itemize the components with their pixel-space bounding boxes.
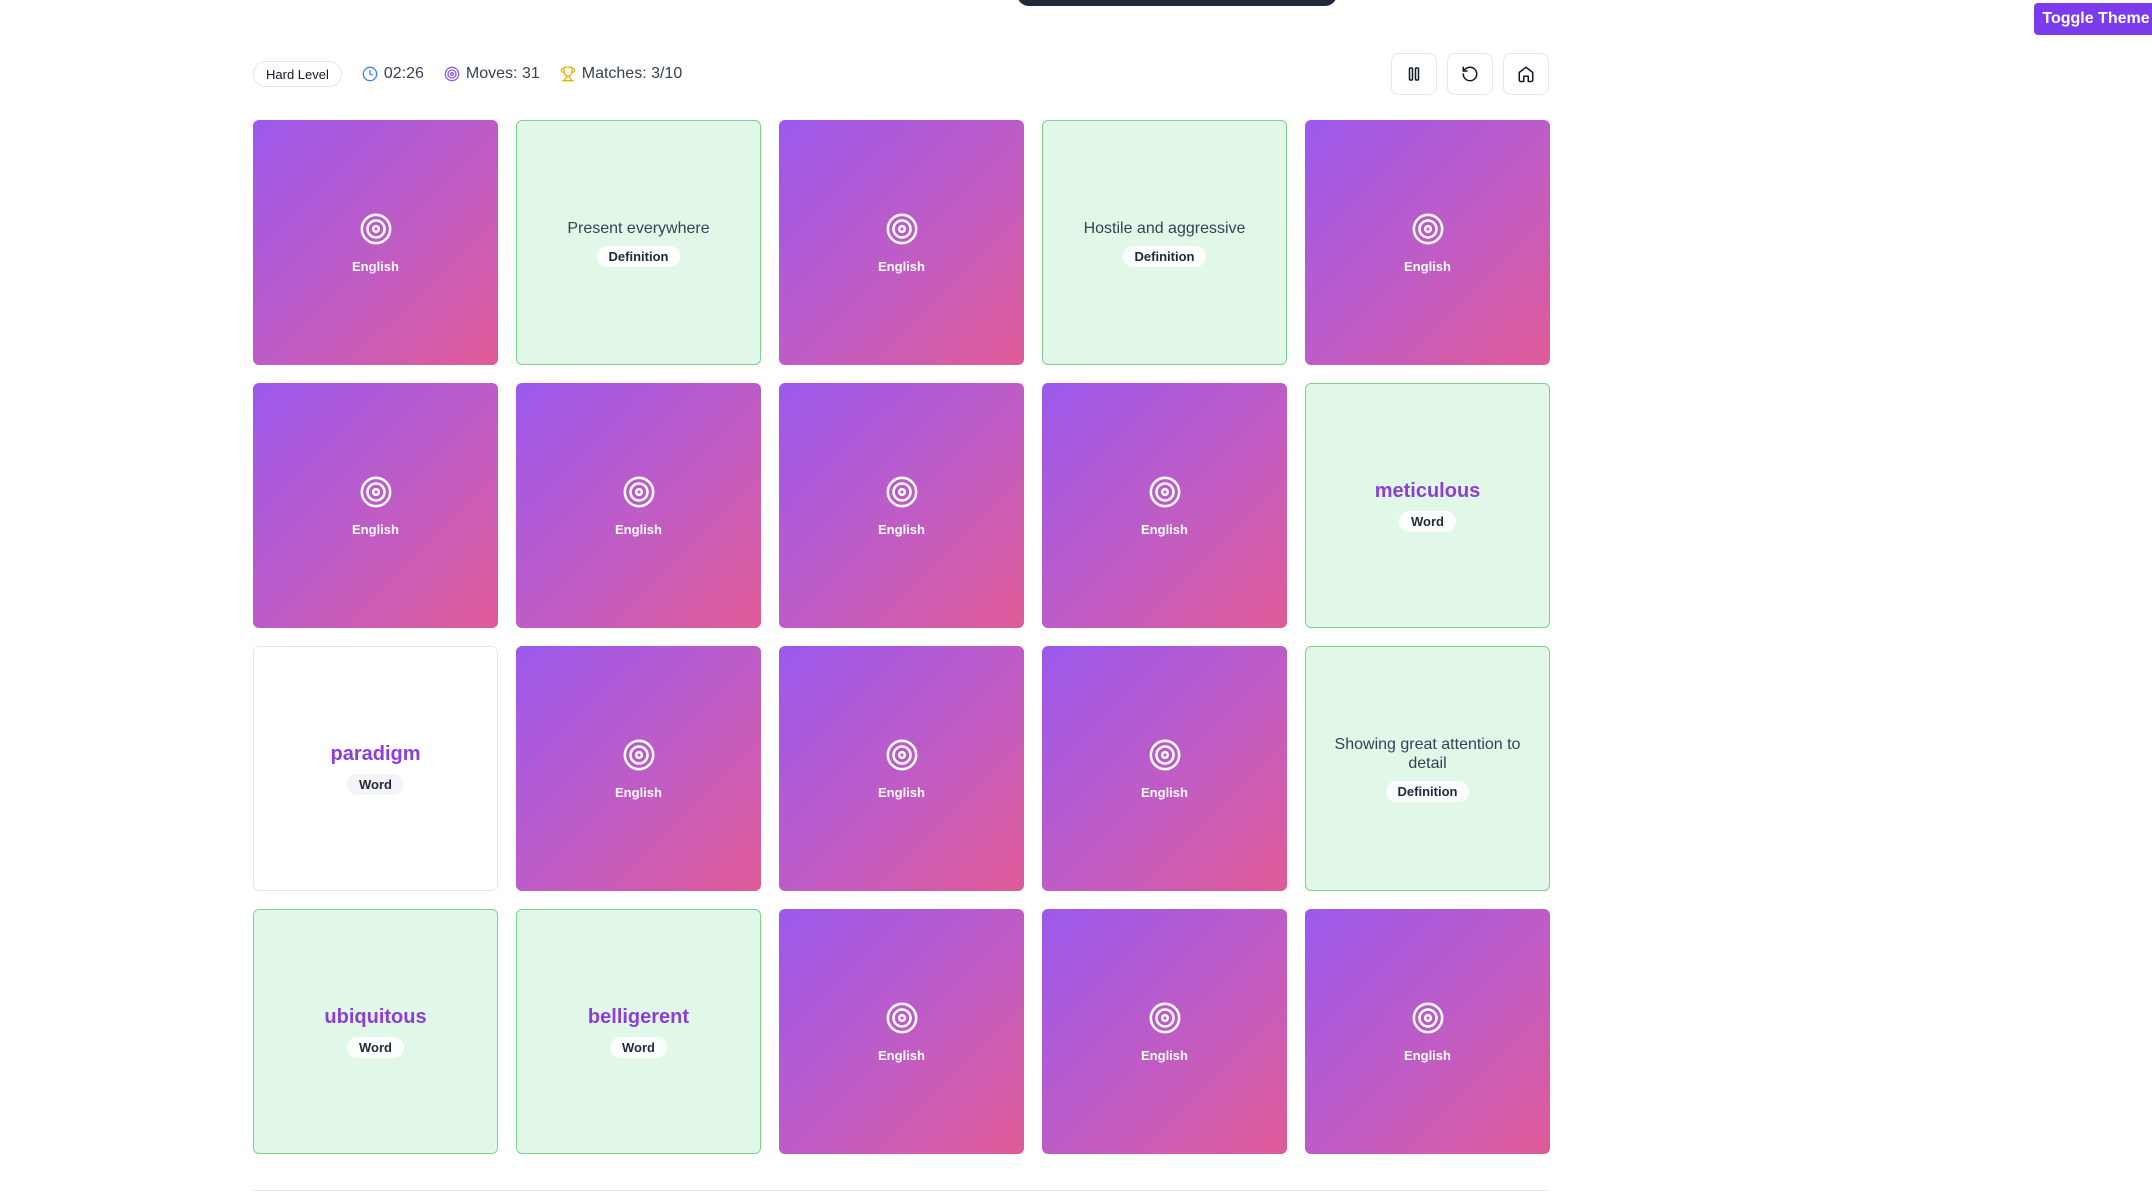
card-language-label: English (1141, 1047, 1188, 1063)
card-language-label: English (878, 784, 925, 800)
target-icon (1148, 475, 1182, 514)
target-icon (1411, 1001, 1445, 1040)
card-type-tag: Word (1399, 510, 1456, 532)
target-icon (1148, 738, 1182, 777)
card-language-label: English (615, 784, 662, 800)
trophy-icon (560, 66, 575, 82)
card-type-tag: Definition (596, 245, 681, 267)
target-icon (622, 475, 656, 514)
card-language-label: English (1404, 1047, 1451, 1063)
memory-card[interactable]: belligerent Word (516, 909, 761, 1154)
card-language-label: English (878, 1047, 925, 1063)
target-icon (622, 738, 656, 777)
card-language-label: English (1141, 784, 1188, 800)
restart-button[interactable] (1447, 53, 1493, 95)
home-icon (1518, 66, 1534, 83)
memory-card[interactable]: Present everywhere Definition (516, 120, 761, 365)
card-type-tag: Word (610, 1036, 667, 1058)
memory-card[interactable]: English (516, 646, 761, 891)
footer-divider (253, 1190, 1549, 1191)
game-toolbar: Hard Level 02:26 Moves: 31 Matches: 3/10 (253, 53, 1549, 95)
memory-card[interactable]: English (1305, 120, 1550, 365)
card-definition-text: Showing great attention to detail (1334, 736, 1521, 772)
moves-value: Moves: 31 (465, 65, 540, 82)
card-language-label: English (1141, 521, 1188, 537)
restart-icon (1462, 66, 1478, 82)
card-word-text: ubiquitous (324, 1005, 427, 1028)
card-word-text: paradigm (330, 742, 421, 765)
memory-card[interactable]: English (1042, 909, 1287, 1154)
memory-card[interactable]: English (779, 120, 1024, 365)
card-type-tag: Word (347, 1036, 404, 1058)
top-notch-bar (1017, 0, 1337, 6)
target-icon (885, 738, 919, 777)
timer-value: 02:26 (383, 65, 424, 82)
card-type-tag: Definition (1385, 781, 1470, 802)
memory-card[interactable]: English (779, 646, 1024, 891)
target-icon (885, 212, 919, 251)
pause-button[interactable] (1391, 53, 1437, 95)
memory-card[interactable]: Hostile and aggressive Definition (1042, 120, 1287, 365)
memory-card[interactable]: meticulous Word (1305, 383, 1550, 628)
matches-stat: Matches: 3/10 (560, 65, 683, 83)
memory-card[interactable]: English (779, 383, 1024, 628)
target-icon (359, 212, 393, 251)
home-button[interactable] (1503, 53, 1549, 95)
memory-card[interactable]: English (253, 383, 498, 628)
memory-card[interactable]: paradigm Word (253, 646, 498, 891)
memory-card[interactable]: Showing great attention to detail Definit… (1305, 646, 1550, 891)
target-icon (1148, 1001, 1182, 1040)
card-type-tag: Word (347, 773, 404, 795)
card-language-label: English (352, 521, 399, 537)
card-definition-text: Hostile and aggressive (1083, 219, 1246, 237)
memory-card[interactable]: English (253, 120, 498, 365)
card-language-label: English (1404, 258, 1451, 274)
card-language-label: English (615, 521, 662, 537)
card-language-label: English (878, 521, 925, 537)
target-icon (359, 475, 393, 514)
target-icon (885, 475, 919, 514)
timer-stat: 02:26 (362, 65, 424, 83)
pause-icon (1408, 67, 1420, 81)
matches-value: Matches: 3/10 (581, 65, 683, 82)
memory-card[interactable]: English (1042, 646, 1287, 891)
card-definition-text: Present everywhere (567, 219, 710, 237)
toggle-theme-button[interactable]: Toggle Theme (2034, 3, 2152, 35)
level-badge: Hard Level (253, 61, 342, 87)
card-type-tag: Definition (1122, 245, 1207, 267)
card-language-label: English (878, 258, 925, 274)
memory-card[interactable]: English (516, 383, 761, 628)
card-word-text: belligerent (587, 1005, 690, 1028)
memory-card[interactable]: English (1305, 909, 1550, 1154)
memory-card[interactable]: ubiquitous Word (253, 909, 498, 1154)
memory-card[interactable]: English (1042, 383, 1287, 628)
target-icon (1411, 212, 1445, 251)
card-language-label: English (352, 258, 399, 274)
moves-stat: Moves: 31 (444, 65, 540, 83)
target-icon (444, 66, 460, 82)
card-grid: English Present everywhere Definition Engli… (253, 120, 1550, 1154)
card-word-text: meticulous (1374, 479, 1481, 502)
memory-card[interactable]: English (779, 909, 1024, 1154)
target-icon (885, 1001, 919, 1040)
game-controls (1391, 53, 1549, 95)
clock-icon (362, 66, 378, 82)
